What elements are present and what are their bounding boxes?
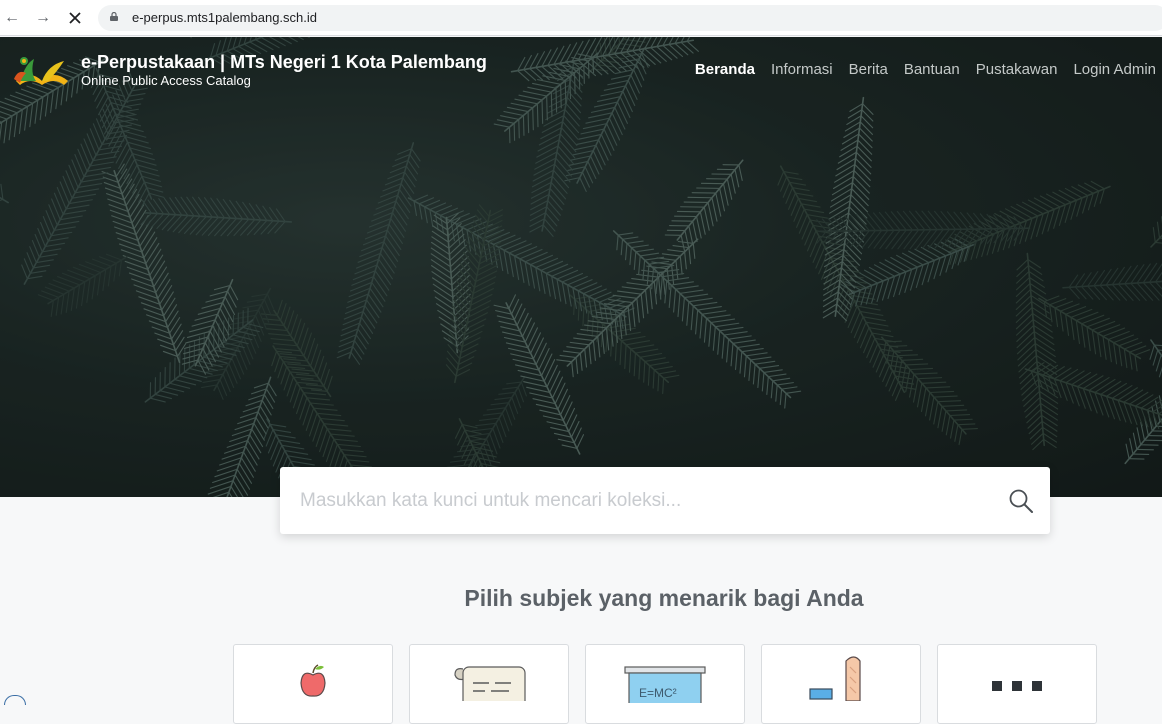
grid-icon [990,679,1044,693]
site-title: e-Perpustakaan | MTs Negeri 1 Kota Palem… [81,51,487,73]
search-icon[interactable] [1008,488,1034,514]
subjects-heading: Pilih subjek yang menarik bagi Anda [464,585,863,612]
browser-toolbar: ← → e-perpus.mts1palembang.sch.id [0,0,1162,36]
search-box [280,467,1050,534]
subject-card[interactable] [233,644,393,724]
subject-card[interactable] [409,644,569,724]
hero-overlay [0,37,1162,497]
apple-icon [298,663,328,701]
lock-icon [110,12,118,21]
library-logo [12,51,70,89]
subject-card[interactable] [937,644,1097,724]
subject-card[interactable] [761,644,921,724]
subject-card[interactable]: E=MC² [585,644,745,724]
main-nav: Beranda Informasi Berita Bantuan Pustaka… [695,61,1156,78]
site-subtitle: Online Public Access Catalog [81,73,487,88]
hero-banner: e-Perpustakaan | MTs Negeri 1 Kota Palem… [0,37,1162,497]
back-icon[interactable]: ← [2,8,22,28]
nav-informasi[interactable]: Informasi [771,61,833,78]
stop-loading-icon[interactable] [65,8,85,28]
pine-foliage-background [0,37,1162,497]
blackboard-icon: E=MC² [623,665,707,703]
nav-pustakawan[interactable]: Pustakawan [976,61,1058,78]
address-bar[interactable]: e-perpus.mts1palembang.sch.id [98,5,1162,31]
nav-bantuan[interactable]: Bantuan [904,61,960,78]
brand[interactable]: e-Perpustakaan | MTs Negeri 1 Kota Palem… [12,51,487,89]
scroll-icon [449,663,529,701]
search-input[interactable] [300,485,990,517]
nav-login-admin[interactable]: Login Admin [1073,61,1156,78]
nav-berita[interactable]: Berita [849,61,888,78]
floating-help-icon[interactable] [4,695,26,705]
nav-beranda[interactable]: Beranda [695,61,755,78]
forward-icon[interactable]: → [33,8,53,28]
svg-text:E=MC²: E=MC² [639,686,677,700]
url-text[interactable]: e-perpus.mts1palembang.sch.id [132,10,317,25]
subjects-heading-wrap: Pilih subjek yang menarik bagi Anda [0,585,1162,612]
flask-icon [806,653,876,701]
subject-cards: E=MC² [233,644,1097,724]
